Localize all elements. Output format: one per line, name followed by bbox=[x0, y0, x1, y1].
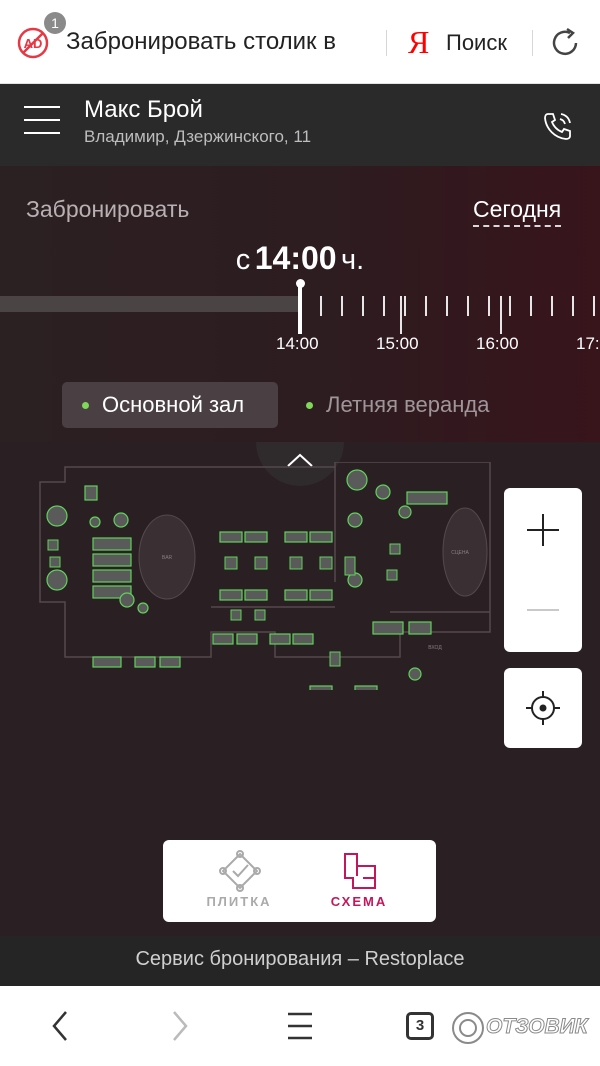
menu-icon[interactable] bbox=[278, 1004, 322, 1048]
search-button[interactable]: Поиск bbox=[446, 30, 507, 56]
timeline-tick bbox=[383, 296, 385, 316]
watermark-icon bbox=[452, 1012, 484, 1044]
timeline-tick bbox=[404, 296, 406, 316]
date-selector[interactable]: Сегодня bbox=[473, 196, 562, 227]
timeline-tick bbox=[425, 296, 427, 316]
time-slider-knob[interactable] bbox=[296, 279, 305, 288]
menu-icon[interactable] bbox=[24, 106, 60, 138]
timeline-tick bbox=[551, 296, 553, 316]
tick-label: 15:00 bbox=[376, 334, 419, 353]
view-tiles-button[interactable]: ПЛИТКА bbox=[171, 840, 307, 922]
timeline-tick bbox=[320, 296, 322, 316]
restaurant-header: Макс Брой Владимир, Дзержинского, 11 bbox=[0, 84, 600, 166]
timeline-tick bbox=[488, 296, 490, 316]
back-icon[interactable] bbox=[38, 1004, 82, 1048]
availability-dot bbox=[82, 402, 89, 409]
crosshair-icon bbox=[526, 691, 560, 725]
view-scheme-button[interactable]: СХЕМА bbox=[291, 840, 427, 922]
timeline-tick bbox=[509, 296, 511, 316]
timeline-tick bbox=[530, 296, 532, 316]
zoom-in-button[interactable] bbox=[504, 488, 582, 570]
divider bbox=[532, 30, 533, 56]
availability-dot bbox=[306, 402, 313, 409]
floor-plan-icon bbox=[344, 853, 376, 889]
view-scheme-label: СХЕМА bbox=[330, 894, 388, 909]
timeline-tick bbox=[341, 296, 343, 316]
tick-label: 17: bbox=[576, 334, 600, 353]
timeline-tick bbox=[500, 296, 502, 334]
restaurant-address: Владимир, Дзержинского, 11 bbox=[84, 127, 312, 146]
timeline-tick bbox=[446, 296, 448, 316]
restaurant-name: Макс Брой bbox=[84, 96, 203, 123]
watermark-logo: ОТЗОВИК bbox=[450, 1010, 596, 1046]
time-slider[interactable]: 14:00 15:00 16:00 17: bbox=[0, 276, 600, 366]
view-switch: ПЛИТКА СХЕМА bbox=[163, 840, 436, 922]
reload-icon[interactable] bbox=[546, 24, 584, 62]
adblock-count-badge: 1 bbox=[44, 12, 66, 34]
adblock-icon[interactable]: AD bbox=[16, 26, 50, 60]
table-tile-icon bbox=[219, 850, 261, 892]
svg-text:BAR: BAR bbox=[162, 555, 173, 561]
tab-label: Основной зал bbox=[102, 392, 245, 417]
yandex-logo[interactable]: Я bbox=[408, 24, 429, 61]
locate-button[interactable] bbox=[504, 668, 582, 748]
tab-label: Летняя веранда bbox=[326, 392, 490, 417]
svg-text:ВХОД: ВХОД bbox=[428, 645, 442, 651]
timeline-tick bbox=[572, 296, 574, 316]
zoom-controls bbox=[504, 488, 582, 652]
tab-main-hall[interactable]: Основной зал bbox=[62, 382, 278, 428]
booking-label: Забронировать bbox=[26, 196, 190, 222]
selected-time: с 14:00 ч. bbox=[0, 240, 600, 277]
browser-top-bar: AD 1 Забронировать столик в Я Поиск bbox=[0, 0, 600, 84]
booking-panel: Забронировать Сегодня с 14:00 ч. 14:00 1… bbox=[0, 166, 600, 442]
watermark-text: ОТЗОВИК bbox=[486, 1015, 589, 1039]
timeline-tick bbox=[467, 296, 469, 316]
floor-plan-scheme[interactable]: BAR СЦЕНА ВХОД bbox=[35, 462, 495, 690]
timeline-tick bbox=[400, 296, 402, 334]
time-suffix: ч. bbox=[341, 244, 365, 276]
view-tiles-label: ПЛИТКА bbox=[206, 894, 272, 909]
tick-label: 14:00 bbox=[276, 334, 319, 353]
svg-text:СЦЕНА: СЦЕНА bbox=[451, 550, 469, 556]
browser-bottom-nav: 3 ОТЗОВИК bbox=[0, 986, 600, 1066]
floor-map[interactable]: BAR СЦЕНА ВХОД ПЛИТКА СХЕМА bbox=[0, 442, 600, 936]
time-slider-past-track bbox=[0, 296, 300, 312]
tick-label: 16:00 bbox=[476, 334, 519, 353]
zoom-out-button[interactable] bbox=[504, 570, 582, 652]
browser-page-title[interactable]: Забронировать столик в bbox=[66, 28, 376, 56]
service-footer[interactable]: Сервис бронирования – Restoplace bbox=[0, 936, 600, 986]
time-value: 14:00 bbox=[254, 240, 337, 276]
forward-icon[interactable] bbox=[158, 1004, 202, 1048]
timeline-tick bbox=[593, 296, 595, 316]
divider bbox=[386, 30, 387, 56]
timeline-tick bbox=[362, 296, 364, 316]
time-prefix: с bbox=[235, 244, 251, 276]
tab-summer-veranda[interactable]: Летняя веранда bbox=[306, 382, 489, 428]
time-slider-handle[interactable] bbox=[298, 284, 302, 334]
phone-icon[interactable] bbox=[540, 108, 576, 144]
tabs-count-button[interactable]: 3 bbox=[406, 1012, 434, 1040]
